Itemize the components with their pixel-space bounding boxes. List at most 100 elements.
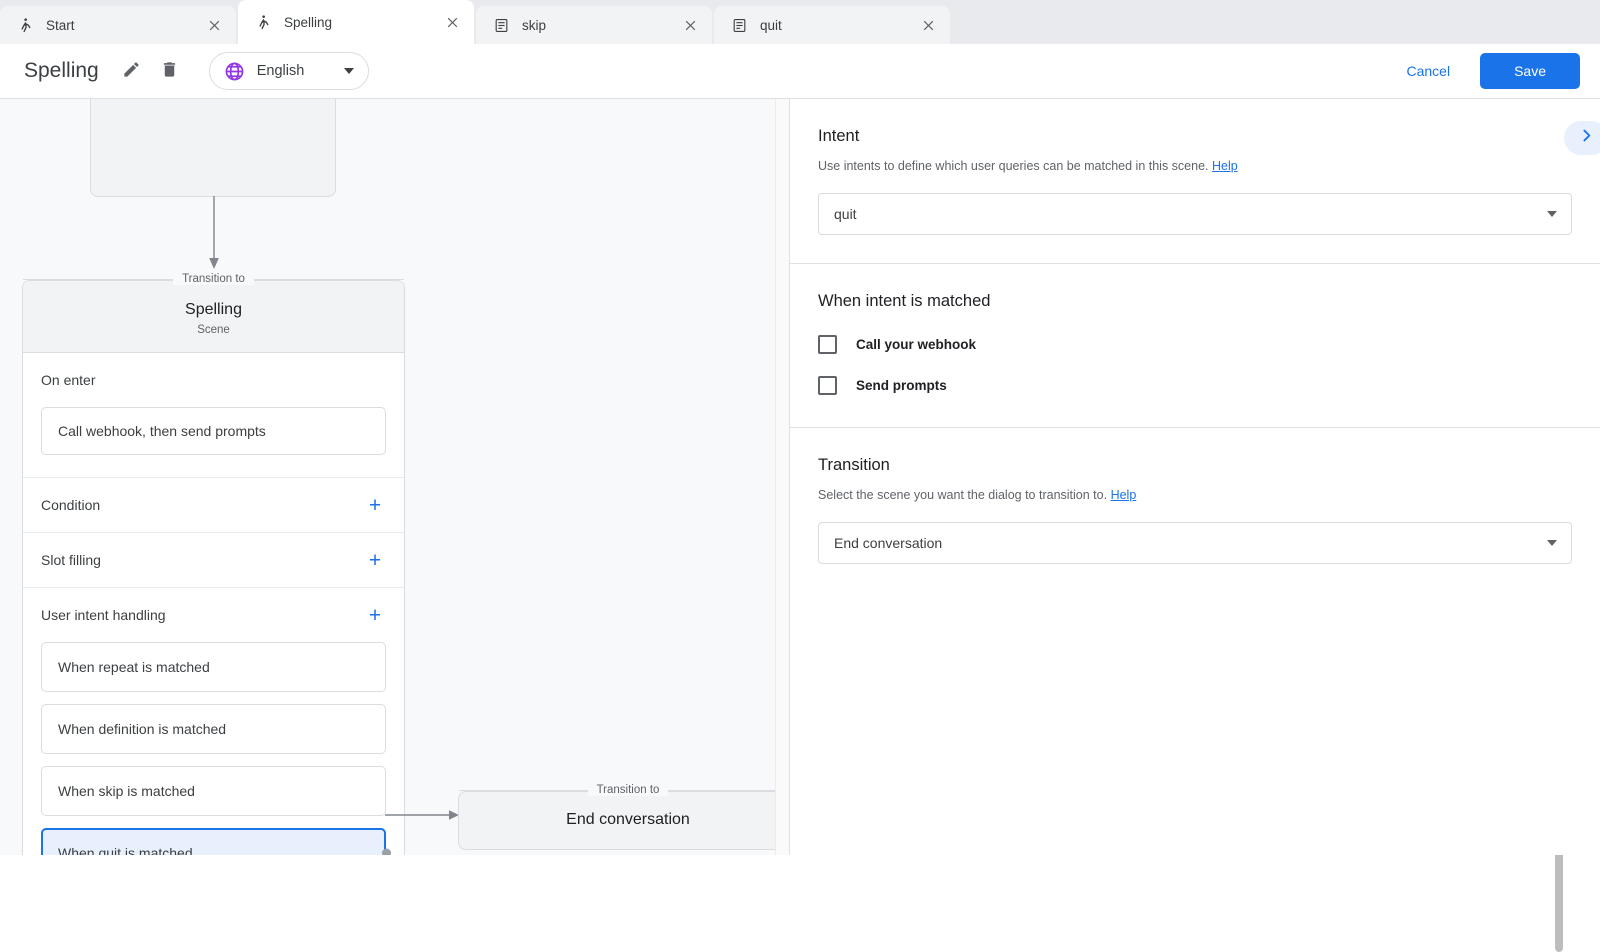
checkbox-call-your-webhook[interactable]: Call your webhook [818, 335, 1572, 354]
tab-skip[interactable]: skip [476, 6, 712, 44]
intent-help-link[interactable]: Help [1212, 159, 1238, 173]
end-conversation-node[interactable]: Transition to End conversation [458, 791, 790, 850]
close-icon[interactable] [680, 15, 700, 35]
page-title: Spelling [24, 59, 99, 83]
globe-icon [224, 61, 245, 82]
scene-type-label: Scene [23, 324, 404, 336]
on-enter-value[interactable]: Call webhook, then send prompts [41, 407, 386, 455]
intent-handler-row[interactable]: When definition is matched [41, 704, 386, 754]
scene-graph-canvas[interactable]: Transition to Spelling Scene On enter Ca… [0, 99, 790, 855]
scene-icon [254, 13, 272, 31]
tab-label: skip [522, 18, 680, 33]
chevron-down-icon [1547, 211, 1557, 217]
tab-bar: Start Spelling [0, 0, 1600, 44]
checkbox-send-prompts[interactable]: Send prompts [818, 376, 1572, 395]
transition-legend-label: Transition to [173, 273, 254, 285]
intent-handler-label: When repeat is matched [58, 659, 210, 675]
transition-legend: Transition to [23, 273, 404, 285]
transition-select-value: End conversation [834, 535, 1547, 551]
section-label: On enter [41, 372, 386, 388]
chevron-down-icon [344, 68, 354, 74]
end-conversation-label: End conversation [459, 811, 790, 829]
checkbox-icon[interactable] [818, 335, 837, 354]
intent-handler-label: When definition is matched [58, 721, 226, 737]
scene-icon [16, 16, 34, 34]
close-icon[interactable] [204, 15, 224, 35]
chevron-down-icon [1547, 540, 1557, 546]
section-user-intent-handling: User intent handling + When repeat is ma… [23, 588, 404, 855]
tab-label: Start [46, 18, 204, 33]
close-icon[interactable] [442, 12, 462, 32]
legend-line-left [459, 790, 588, 791]
section-condition: Condition + [23, 478, 404, 533]
edit-button[interactable] [115, 54, 149, 88]
transition-section-description: Select the scene you want the dialog to … [818, 488, 1572, 502]
when-intent-matched-section: When intent is matched Call your webhook… [790, 264, 1600, 428]
legend-line-left [23, 279, 173, 280]
section-header: Slot filling + [41, 533, 386, 587]
language-selector[interactable]: English [209, 52, 369, 90]
add-slot-filling-button[interactable]: + [364, 549, 386, 571]
section-header: Condition + [41, 478, 386, 532]
intent-select-value: quit [834, 206, 1547, 222]
intent-select[interactable]: quit [818, 193, 1572, 235]
transition-section: Transition Select the scene you want the… [790, 428, 1600, 564]
close-icon[interactable] [918, 15, 938, 35]
checkbox-label: Send prompts [856, 378, 947, 393]
intent-handler-label: When quit is matched [58, 845, 193, 855]
transition-help-link[interactable]: Help [1111, 488, 1137, 502]
toolbar: Spelling English Cancel Sa [0, 44, 1600, 99]
intent-description-text: Use intents to define which user queries… [818, 159, 1209, 173]
section-slot-filling: Slot filling + [23, 533, 404, 588]
add-condition-button[interactable]: + [364, 494, 386, 516]
language-label: English [257, 63, 305, 79]
transition-arrow-down-icon [207, 196, 221, 271]
canvas-scrollbar-track[interactable] [775, 99, 790, 855]
intent-handler-row[interactable]: When skip is matched [41, 766, 386, 816]
trash-icon [160, 60, 179, 82]
tab-label: Spelling [284, 15, 442, 30]
legend-line-right [668, 790, 790, 791]
transition-select[interactable]: End conversation [818, 522, 1572, 564]
legend-line-right [254, 279, 404, 280]
tab-start[interactable]: Start [0, 6, 236, 44]
section-label: Condition [41, 497, 364, 513]
intent-handler-label: When skip is matched [58, 783, 195, 799]
intent-section-description: Use intents to define which user queries… [818, 159, 1572, 173]
delete-button[interactable] [153, 54, 187, 88]
connector-dot-icon [382, 849, 391, 856]
when-intent-matched-title: When intent is matched [818, 264, 1572, 311]
save-button[interactable]: Save [1480, 53, 1580, 89]
intent-icon [492, 16, 510, 34]
intent-section-title: Intent [818, 99, 1572, 146]
section-on-enter: On enter Call webhook, then send prompts [23, 353, 404, 478]
intent-section: Intent Use intents to define which user … [790, 99, 1600, 264]
chevron-right-icon [1578, 127, 1595, 149]
tab-quit[interactable]: quit [714, 6, 950, 44]
intent-handler-row-selected[interactable]: When quit is matched [41, 828, 386, 855]
details-panel: Intent Use intents to define which user … [790, 99, 1600, 855]
tab-label: quit [760, 18, 918, 33]
scene-card[interactable]: Transition to Spelling Scene On enter Ca… [22, 280, 405, 855]
checkbox-icon[interactable] [818, 376, 837, 395]
scene-card-header[interactable]: Transition to Spelling Scene [23, 281, 404, 353]
tab-spelling[interactable]: Spelling [238, 0, 474, 44]
pencil-icon [122, 60, 141, 82]
scene-name: Spelling [23, 299, 404, 321]
transition-description-text: Select the scene you want the dialog to … [818, 488, 1107, 502]
section-header: User intent handling + [41, 588, 386, 642]
transition-legend-label: Transition to [588, 784, 669, 796]
section-label: Slot filling [41, 552, 364, 568]
checkbox-label: Call your webhook [856, 337, 976, 352]
transition-arrow-right-icon [385, 807, 461, 823]
previous-scene-card-partial[interactable] [90, 99, 336, 197]
transition-section-title: Transition [818, 428, 1572, 475]
add-user-intent-button[interactable]: + [364, 604, 386, 626]
section-header: On enter [41, 353, 386, 407]
intent-icon [730, 16, 748, 34]
section-label: User intent handling [41, 607, 364, 623]
cancel-button[interactable]: Cancel [1390, 54, 1466, 88]
intent-handler-row[interactable]: When repeat is matched [41, 642, 386, 692]
collapse-panel-button[interactable] [1564, 121, 1600, 155]
transition-legend: Transition to [459, 784, 790, 796]
